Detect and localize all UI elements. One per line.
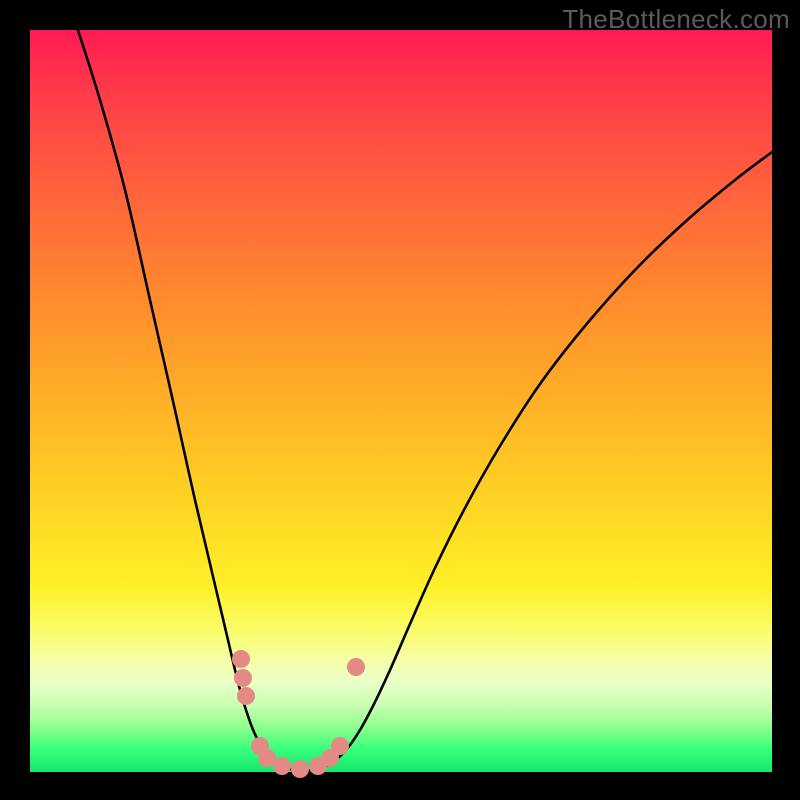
marker-dot (347, 658, 365, 676)
marker-dot (237, 687, 255, 705)
marker-dot (273, 757, 291, 775)
curve-svg (30, 30, 772, 772)
marker-dot (291, 760, 309, 778)
chart-frame: TheBottleneck.com (0, 0, 800, 800)
marker-dot (331, 737, 349, 755)
marker-cluster (232, 650, 365, 778)
plot-area (30, 30, 772, 772)
marker-dot (234, 669, 252, 687)
bottleneck-curve (78, 30, 772, 771)
marker-dot (232, 650, 250, 668)
